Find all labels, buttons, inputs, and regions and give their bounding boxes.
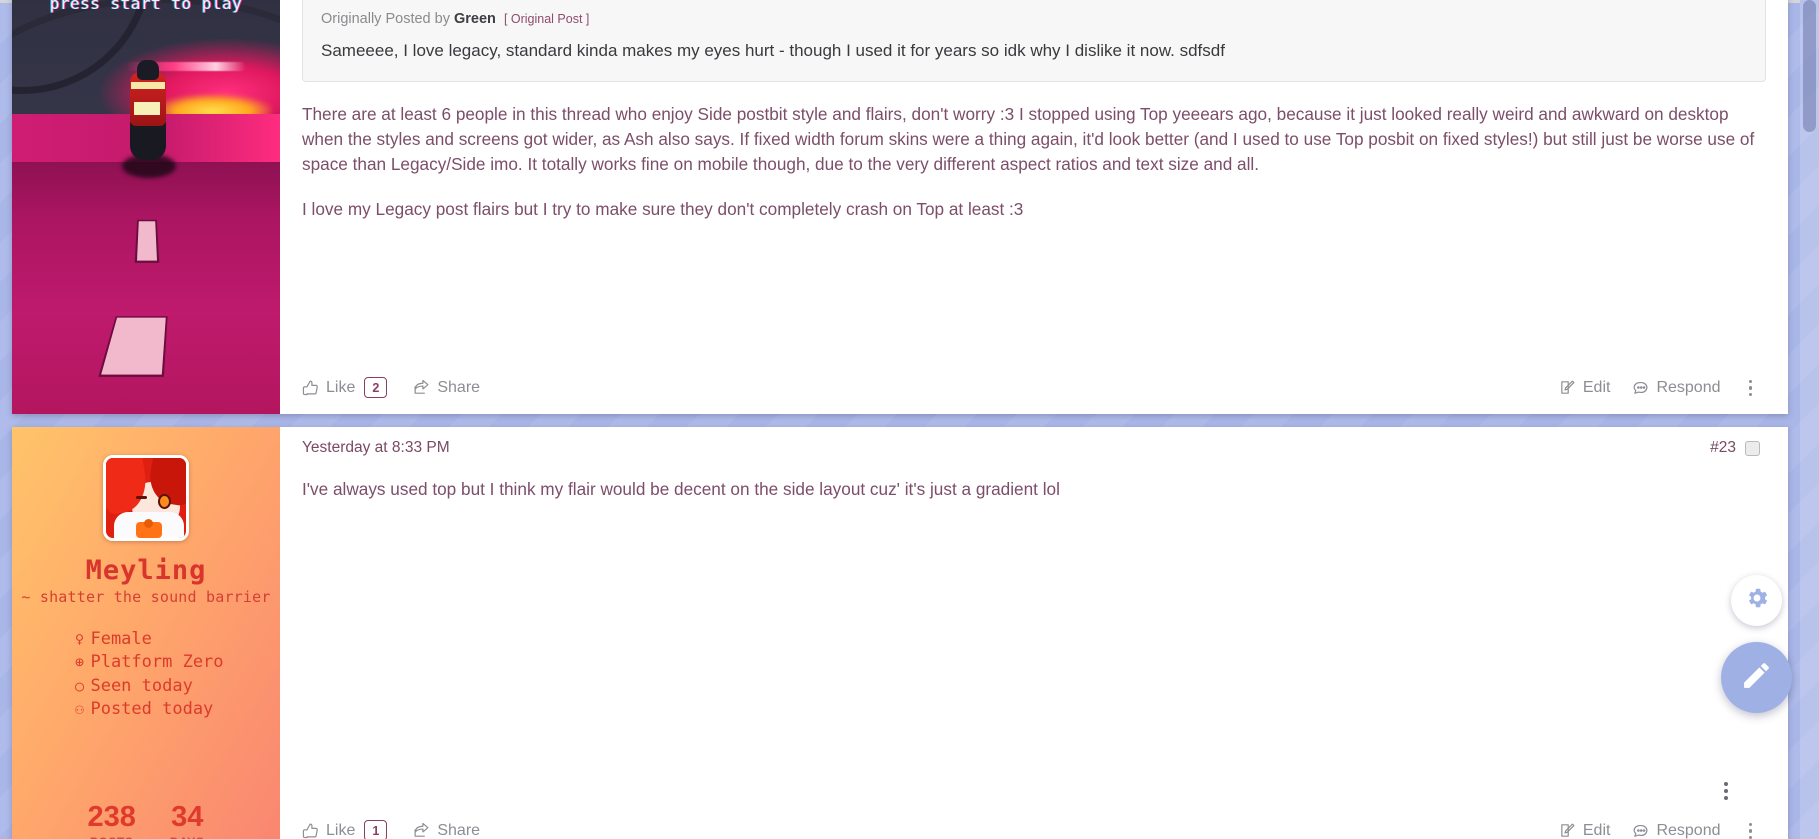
stat-value: 34: [171, 801, 204, 833]
thread-page: ADVENTURE press start to play June 4th, …: [0, 0, 1800, 839]
post-date: Yesterday at 8:33 PM: [302, 439, 450, 456]
globe-icon: ⊕: [74, 653, 84, 672]
post-card: Meyling ~ shatter the sound barrier ♀ Fem…: [12, 427, 1788, 839]
profile-tagline: ~ shatter the sound barrier: [21, 588, 271, 606]
pencil-square-icon: [1559, 822, 1576, 839]
like-button[interactable]: Like 2: [302, 377, 388, 399]
share-label: Share: [437, 821, 481, 839]
quote-prefix: Originally Posted by: [321, 11, 450, 27]
post-paragraph: I've always used top but I think my flai…: [302, 479, 1060, 499]
profile-field-label: Posted today: [90, 699, 214, 720]
like-count: 1: [364, 820, 388, 839]
post-reactions: Like 2 Share: [302, 377, 480, 399]
respond-label: Respond: [1656, 821, 1721, 839]
profile-stat-days: 34 DAYS: [170, 803, 205, 839]
like-label: Like: [326, 821, 356, 839]
profile-field-posted: ⚇ Posted today: [68, 698, 223, 721]
thumbs-up-icon: [302, 379, 319, 396]
edit-button[interactable]: Edit: [1559, 821, 1611, 839]
page-scrollbar[interactable]: [1800, 0, 1819, 839]
post-paragraph: I love my Legacy post flairs but I try t…: [302, 199, 1024, 220]
profile-fields: ♀ Female ⊕ Platform Zero ○ Seen today ⚇ Post…: [68, 628, 224, 722]
profile-stats: 238 POSTS 34 DAYS: [12, 803, 280, 839]
edit-label: Edit: [1582, 821, 1611, 839]
like-count: 2: [364, 377, 388, 399]
respond-button[interactable]: Respond: [1632, 821, 1721, 839]
profile-stat-posts: 238 POSTS: [87, 803, 135, 839]
stat-label: DAYS: [170, 835, 205, 839]
stat-value: 238: [87, 801, 136, 833]
post-paragraph: There are at least 6 people in this thre…: [302, 103, 1755, 175]
adventure-motorcycle: [120, 60, 176, 178]
pencil-icon: [1740, 659, 1773, 697]
edit-label: Edit: [1582, 378, 1611, 396]
post-more-menu-button[interactable]: [1743, 819, 1759, 839]
scrollbar-thumb[interactable]: [1803, 0, 1816, 132]
post-header: Yesterday at 8:33 PM #23: [302, 437, 1766, 457]
like-button[interactable]: Like 1: [302, 820, 388, 839]
quote-original-post-link[interactable]: [ Original Post ]: [504, 12, 589, 26]
compose-fab[interactable]: [1721, 642, 1792, 713]
thumbs-up-icon: [302, 822, 319, 839]
comment-bubble-icon: [1632, 379, 1649, 396]
post-reactions: Like 1 Share: [302, 820, 480, 839]
post-main: June 4th, 2019 at 10:58 PM #22 Originall…: [280, 0, 1788, 414]
post-card: ADVENTURE press start to play June 4th, …: [12, 0, 1788, 414]
pencil-square-icon: [1559, 379, 1576, 396]
post-number-group: #23: [1710, 439, 1766, 457]
profile-field-label: Seen today: [90, 675, 193, 696]
post-permalink[interactable]: #23: [1710, 439, 1736, 457]
post-select-checkbox[interactable]: [1745, 440, 1760, 456]
avatar[interactable]: [103, 455, 189, 541]
quote-author[interactable]: Green: [454, 11, 496, 27]
profile-field-gender: ♀ Female: [68, 628, 223, 651]
post-body: I've always used top but I think my flai…: [302, 477, 1766, 502]
adventure-subtitle: press start to play: [49, 0, 243, 13]
profile-field-seen: ○ Seen today: [68, 675, 223, 698]
share-button[interactable]: Share: [413, 379, 480, 397]
stat-label: POSTS: [87, 835, 135, 839]
adventure-lane-marking: [134, 219, 160, 263]
share-icon: [413, 822, 430, 839]
share-label: Share: [437, 378, 481, 396]
gender-icon: ♀: [74, 630, 84, 648]
profile-field-location: ⊕ Platform Zero: [68, 651, 224, 674]
profile-field-label: Platform Zero: [90, 652, 224, 673]
post-controls: Edit Respond: [1559, 819, 1762, 839]
adventure-title-block: ADVENTURE press start to play: [12, 0, 280, 13]
comment-icon: ⚇: [74, 700, 84, 719]
post-main: Yesterday at 8:33 PM #23 I've always use…: [280, 427, 1788, 839]
postbit-adventure: ADVENTURE press start to play: [12, 0, 280, 414]
respond-button[interactable]: Respond: [1632, 378, 1721, 397]
quote-attribution: Originally Posted by Green [ Original Po…: [321, 11, 1747, 27]
respond-label: Respond: [1656, 378, 1721, 396]
like-label: Like: [326, 378, 356, 396]
clock-icon: ○: [74, 676, 84, 695]
share-button[interactable]: Share: [413, 822, 480, 839]
post-body: There are at least 6 people in this thre…: [302, 102, 1766, 222]
share-icon: [413, 379, 430, 396]
gear-icon: [1744, 585, 1770, 616]
profile-username[interactable]: Meyling: [12, 555, 280, 586]
quote-block: Originally Posted by Green [ Original Po…: [302, 0, 1766, 82]
edit-button[interactable]: Edit: [1559, 378, 1611, 397]
profile-field-label: Female: [90, 629, 152, 649]
comment-bubble-icon: [1632, 822, 1649, 839]
overflow-dots-indicator[interactable]: [1724, 782, 1728, 800]
quote-text: Sameeee, I love legacy, standard kinda m…: [321, 41, 1225, 60]
post-controls: Edit Respond: [1559, 376, 1762, 401]
post-more-menu-button[interactable]: [1743, 376, 1759, 401]
post-footer: Like 2 Share Edit Respond: [302, 364, 1766, 415]
settings-fab[interactable]: [1731, 575, 1782, 626]
post-footer: Like 1 Share Edit Respond: [302, 807, 1766, 839]
postbit-profile: Meyling ~ shatter the sound barrier ♀ Fem…: [12, 427, 280, 839]
